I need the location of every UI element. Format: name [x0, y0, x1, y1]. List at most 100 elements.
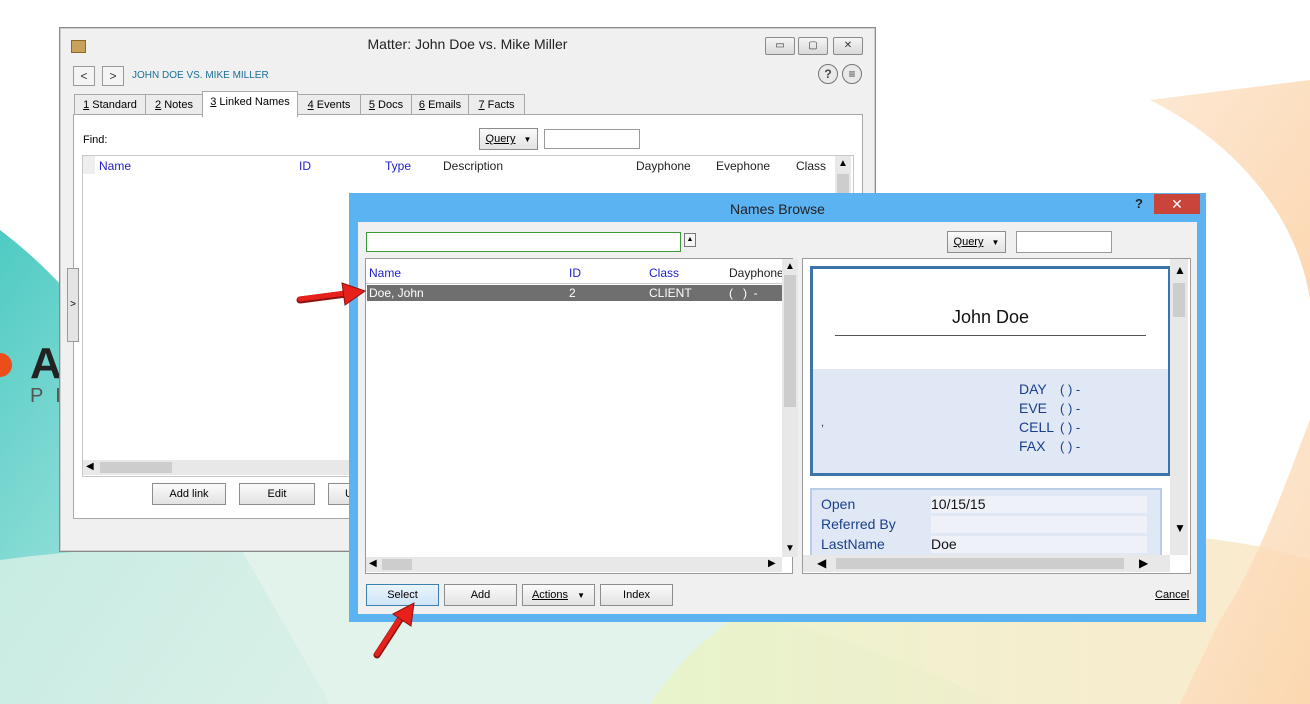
actions-label: Actions — [531, 589, 569, 601]
search-input[interactable] — [366, 232, 681, 252]
close-button[interactable]: ✕ — [1154, 194, 1200, 214]
dropdown-arrow-icon: ▼ — [523, 135, 532, 144]
column-header-id[interactable]: ID — [569, 266, 581, 280]
query-dropdown[interactable]: Query ▼ — [479, 128, 538, 150]
chevron-left-icon: < — [80, 69, 88, 83]
tab-label: Standard — [89, 99, 137, 111]
column-header-id[interactable]: ID — [299, 159, 311, 173]
header-strip — [83, 156, 95, 174]
info-label-referred-by: Referred By — [821, 516, 896, 532]
card-horizontal-scrollbar[interactable]: ◀ ▶ — [803, 555, 1170, 572]
row-class: CLIENT — [649, 286, 692, 300]
phone-label-eve: EVE — [1019, 400, 1048, 416]
column-header-class[interactable]: Class — [796, 159, 826, 173]
scroll-thumb[interactable] — [784, 275, 796, 407]
browse-title: Names Browse — [730, 201, 825, 217]
scroll-up-icon[interactable]: ▲ — [785, 261, 795, 272]
scroll-down-icon[interactable]: ▼ — [785, 543, 795, 554]
card-contact-name: John Doe — [951, 307, 1030, 327]
tab-docs[interactable]: 5 Docs — [360, 94, 412, 115]
tab-emails[interactable]: 6 Emails — [411, 94, 469, 115]
phone-value-day: ( ) - — [1060, 382, 1081, 397]
cancel-link[interactable]: Cancel — [1155, 589, 1189, 601]
dropdown-arrow-icon: ▼ — [577, 591, 586, 600]
contact-card-panel: John Doe , DAY ( ) - EVE ( ) - CELL ( ) … — [802, 258, 1191, 574]
scroll-up-icon[interactable]: ▲ — [838, 158, 848, 169]
find-label: Find: — [83, 134, 108, 146]
column-header-type[interactable]: Type — [385, 159, 411, 173]
scroll-thumb[interactable] — [100, 462, 172, 473]
back-button[interactable]: < — [73, 66, 95, 86]
scroll-left-icon[interactable]: ◀ — [369, 558, 377, 569]
query-dropdown[interactable]: Query ▼ — [947, 231, 1006, 253]
header-divider — [366, 283, 782, 284]
edit-button[interactable]: Edit — [239, 483, 315, 505]
index-button[interactable]: Index — [600, 584, 673, 606]
tab-label: Events — [313, 99, 351, 111]
column-header-dayphone[interactable]: Dayphone — [729, 266, 784, 280]
matter-window-title: Matter: John Doe vs. Mike Miller — [367, 36, 568, 52]
card-address-comma: , — [821, 417, 825, 429]
column-header-name[interactable]: Name — [99, 159, 131, 173]
add-button[interactable]: Add — [444, 584, 517, 606]
tab-events[interactable]: 4 Events — [297, 94, 361, 115]
row-name: Doe, John — [369, 286, 424, 300]
chevron-up-icon: ▲ — [686, 236, 694, 243]
select-button[interactable]: Select — [366, 584, 439, 606]
list-horizontal-scrollbar[interactable]: ◀ ▶ — [366, 557, 782, 572]
card-vertical-scrollbar[interactable]: ▲ ▼ — [1170, 259, 1188, 555]
scroll-thumb[interactable] — [1173, 283, 1185, 317]
query-label: Query — [953, 236, 984, 248]
info-value-lastname: Doe — [931, 536, 1147, 553]
phone-value-eve: ( ) - — [1060, 401, 1081, 416]
close-button[interactable]: ✕ — [833, 37, 863, 55]
table-row[interactable]: Doe, John 2 CLIENT ( ) - — [367, 285, 783, 301]
help-button[interactable]: ? — [818, 64, 838, 84]
scroll-thumb[interactable] — [382, 559, 412, 570]
column-header-class[interactable]: Class — [649, 266, 679, 280]
svg-text:A: A — [30, 339, 62, 388]
matter-name-link[interactable]: JOHN DOE VS. MIKE MILLER — [132, 70, 269, 81]
row-dayphone: ( ) - — [729, 286, 758, 300]
tab-linked-names[interactable]: 3 Linked Names — [202, 91, 298, 117]
phone-value-cell: ( ) - — [1060, 420, 1081, 435]
names-browse-dialog: Names Browse ? ✕ ▲ Query ▼ Name ID Class… — [349, 193, 1206, 622]
add-link-button[interactable]: Add link — [152, 483, 226, 505]
query-label: Query — [485, 133, 516, 145]
query-input[interactable] — [1016, 231, 1112, 253]
tab-notes[interactable]: 2 Notes — [145, 94, 203, 115]
column-header-name[interactable]: Name — [369, 266, 401, 280]
tab-label: Notes — [161, 99, 193, 111]
tab-facts[interactable]: 7 Facts — [468, 94, 525, 115]
scroll-right-icon[interactable]: ▶ — [1139, 556, 1148, 570]
info-value-referred-by — [931, 516, 1147, 533]
scroll-left-icon[interactable]: ◀ — [817, 556, 826, 570]
card-underline — [835, 335, 1146, 336]
forward-button[interactable]: > — [102, 66, 124, 86]
contact-card: John Doe , DAY ( ) - EVE ( ) - CELL ( ) … — [810, 266, 1171, 476]
maximize-button[interactable]: ▢ — [798, 37, 828, 55]
scroll-down-icon[interactable]: ▼ — [1174, 521, 1186, 535]
info-label-open: Open — [821, 496, 856, 512]
phone-label-fax: FAX — [1019, 438, 1046, 454]
help-icon[interactable]: ? — [1135, 196, 1143, 211]
side-panel-toggle[interactable]: > — [67, 268, 79, 342]
column-header-description[interactable]: Description — [443, 159, 503, 173]
info-label-lastname: LastName — [821, 536, 885, 552]
actions-dropdown[interactable]: Actions ▼ — [522, 584, 595, 606]
scroll-up-icon[interactable]: ▲ — [1174, 263, 1186, 277]
column-header-evephone[interactable]: Evephone — [716, 159, 770, 173]
find-input[interactable] — [544, 129, 640, 149]
minimize-button[interactable]: ▭ — [765, 37, 795, 55]
menu-button[interactable]: ≡ — [842, 64, 862, 84]
tab-standard[interactable]: 1 Standard — [74, 94, 146, 115]
chevron-right-icon: > — [70, 299, 76, 310]
card-header: John Doe — [813, 269, 1168, 369]
scroll-left-icon[interactable]: ◀ — [86, 461, 94, 472]
search-dropdown-button[interactable]: ▲ — [684, 233, 696, 247]
scroll-right-icon[interactable]: ▶ — [768, 558, 776, 569]
column-header-dayphone[interactable]: Dayphone — [636, 159, 691, 173]
list-vertical-scrollbar[interactable]: ▲ ▼ — [782, 259, 798, 557]
grid-horizontal-scrollbar[interactable]: ◀ — [83, 460, 353, 475]
scroll-thumb[interactable] — [836, 558, 1124, 569]
